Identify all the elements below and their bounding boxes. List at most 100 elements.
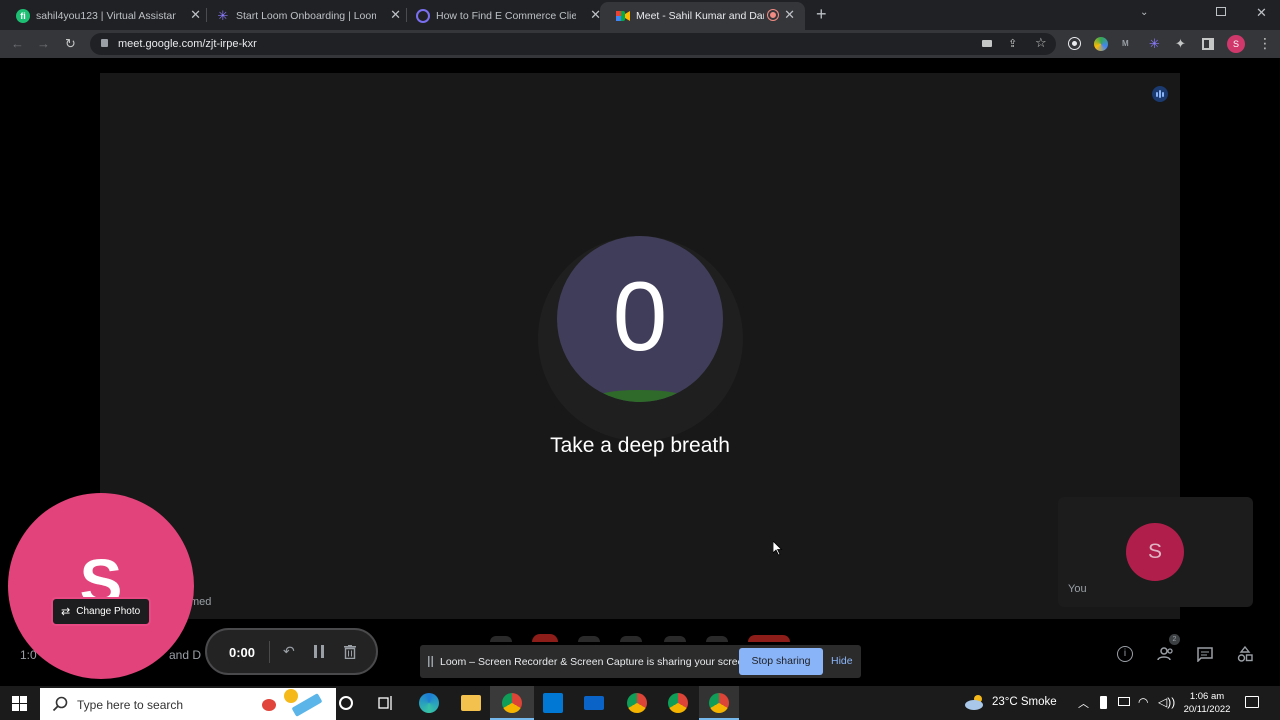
activities-icon[interactable] bbox=[1237, 646, 1253, 662]
delete-icon[interactable] bbox=[344, 645, 356, 659]
restart-icon[interactable]: ↶ bbox=[283, 643, 295, 660]
tab-ecommerce[interactable]: How to Find E Commerce Clients ✕ bbox=[400, 2, 605, 30]
chrome-profile-icon[interactable] bbox=[627, 693, 647, 713]
self-label: You bbox=[1068, 583, 1087, 595]
bookmark-star-icon[interactable]: ☆ bbox=[1035, 36, 1047, 50]
windows-taskbar: Type here to search 23°C Smoke ︿ ◠ ◁)) 1… bbox=[0, 686, 1280, 720]
chrome-window-active[interactable] bbox=[699, 686, 739, 720]
chrome-icon bbox=[709, 693, 729, 713]
swap-icon: ⇄ bbox=[61, 606, 71, 618]
fiverr-icon: fi bbox=[16, 9, 30, 23]
forward-arrow-icon[interactable]: → bbox=[37, 37, 50, 51]
controls-divider bbox=[269, 641, 270, 663]
tab-search-chevron-icon[interactable]: ⌄ bbox=[1140, 7, 1148, 18]
camera-off-button[interactable] bbox=[532, 634, 558, 642]
camera-icon[interactable] bbox=[982, 40, 992, 47]
chrome-profile-2-icon[interactable] bbox=[668, 693, 688, 713]
self-view-tile[interactable]: S You bbox=[1058, 497, 1253, 607]
extension-m-icon[interactable]: M bbox=[1122, 39, 1129, 48]
search-highlight-sun-icon bbox=[284, 689, 298, 703]
tab-title: sahil4you123 | Virtual Assistant, I bbox=[36, 10, 176, 22]
tray-chevron-icon[interactable]: ︿ bbox=[1078, 695, 1089, 711]
tab-title: Start Loom Onboarding | Loom bbox=[236, 10, 376, 22]
wifi-icon[interactable]: ◠ bbox=[1138, 695, 1148, 709]
stop-sharing-button[interactable]: Stop sharing bbox=[739, 648, 823, 675]
weather-cloud-icon[interactable] bbox=[964, 694, 986, 710]
search-icon bbox=[52, 696, 68, 712]
address-bar[interactable]: meet.google.com/zjt-irpe-kxr ⇪ ☆ bbox=[90, 33, 1056, 55]
speaker-avatar: 0 bbox=[557, 236, 723, 402]
close-icon[interactable]: ✕ bbox=[784, 8, 795, 22]
chat-icon[interactable] bbox=[1197, 647, 1213, 662]
eye-icon bbox=[416, 9, 430, 23]
taskbar-clock[interactable]: 1:06 am 20/11/2022 bbox=[1180, 690, 1234, 716]
battery-icon[interactable] bbox=[1100, 696, 1107, 709]
taskbar-search-box[interactable]: Type here to search bbox=[40, 688, 336, 720]
meet-icon bbox=[616, 9, 630, 23]
search-highlight-fruit-icon bbox=[262, 699, 276, 711]
reload-icon[interactable]: ↻ bbox=[65, 37, 76, 51]
profile-avatar[interactable]: S bbox=[1227, 35, 1245, 53]
tab-fiverr[interactable]: fi sahil4you123 | Virtual Assistant, I ✕ bbox=[0, 2, 205, 30]
avatar-glow bbox=[597, 390, 683, 402]
people-icon[interactable] bbox=[1157, 646, 1175, 662]
loom-icon: ✳ bbox=[217, 8, 229, 23]
clock-time: 1:06 am bbox=[1189, 691, 1225, 702]
chrome-taskbar-active[interactable] bbox=[490, 686, 534, 720]
search-placeholder: Type here to search bbox=[77, 698, 184, 712]
more-menu-icon[interactable]: ⋮ bbox=[1258, 34, 1272, 52]
sharing-message: Loom – Screen Recorder & Screen Capture … bbox=[440, 656, 753, 668]
extension-grammar-icon[interactable] bbox=[1094, 37, 1108, 51]
tab-meet[interactable]: Meet - Sahil Kumar and Dan ✕ bbox=[600, 2, 805, 30]
file-explorer-icon[interactable] bbox=[461, 695, 481, 711]
url-text[interactable]: meet.google.com/zjt-irpe-kxr bbox=[118, 38, 257, 50]
raise-hand-button[interactable] bbox=[620, 636, 642, 642]
present-button[interactable] bbox=[664, 636, 686, 642]
task-view-icon[interactable] bbox=[378, 695, 394, 711]
change-photo-label: Change Photo bbox=[76, 606, 141, 617]
close-window-icon[interactable]: ✕ bbox=[1256, 5, 1267, 21]
breath-message: Take a deep breath bbox=[550, 434, 730, 457]
extension-loom-icon[interactable]: ✳ bbox=[1149, 37, 1160, 51]
restore-window-icon[interactable] bbox=[1216, 7, 1226, 16]
leave-call-button[interactable] bbox=[748, 635, 790, 642]
microsoft-store-icon[interactable] bbox=[543, 693, 563, 713]
side-panel-icon[interactable] bbox=[1202, 38, 1214, 50]
network-icon[interactable] bbox=[1118, 697, 1130, 706]
lock-icon[interactable] bbox=[101, 39, 108, 47]
speaking-indicator-icon bbox=[1152, 86, 1168, 102]
pause-icon[interactable] bbox=[314, 645, 324, 658]
loom-recording-controls: 0:00 ↶ bbox=[205, 628, 378, 675]
tab-loom[interactable]: ✳ Start Loom Onboarding | Loom ✕ bbox=[200, 2, 405, 30]
loom-camera-bubble[interactable]: S bbox=[8, 493, 194, 679]
more-options-button[interactable] bbox=[706, 636, 728, 642]
self-avatar: S bbox=[1126, 523, 1184, 581]
extensions-puzzle-icon[interactable]: ✦ bbox=[1175, 37, 1186, 51]
cortana-icon[interactable] bbox=[339, 696, 353, 710]
windows-start-icon[interactable] bbox=[12, 696, 27, 711]
recording-indicator-icon bbox=[768, 10, 778, 20]
share-icon[interactable]: ⇪ bbox=[1008, 37, 1017, 51]
new-tab-button[interactable]: + bbox=[816, 5, 827, 23]
mail-icon[interactable] bbox=[584, 696, 604, 710]
weather-text[interactable]: 23°C Smoke bbox=[992, 696, 1057, 708]
extension-record-icon[interactable] bbox=[1069, 38, 1080, 49]
chrome-icon bbox=[502, 693, 522, 713]
hide-button[interactable]: Hide bbox=[831, 655, 853, 667]
tab-title: Meet - Sahil Kumar and Dan bbox=[636, 10, 764, 22]
browser-tab-strip: fi sahil4you123 | Virtual Assistant, I ✕… bbox=[0, 0, 1280, 30]
back-arrow-icon[interactable]: ← bbox=[11, 37, 24, 51]
browser-toolbar: ← → ↻ meet.google.com/zjt-irpe-kxr ⇪ ☆ M… bbox=[0, 30, 1280, 58]
captions-button[interactable] bbox=[578, 636, 600, 642]
participants-count-badge: 2 bbox=[1169, 634, 1180, 645]
change-photo-button[interactable]: ⇄ Change Photo bbox=[51, 597, 151, 626]
volume-icon[interactable]: ◁)) bbox=[1158, 695, 1175, 709]
drag-handle-icon[interactable] bbox=[428, 656, 433, 667]
loom-timer: 0:00 bbox=[229, 645, 256, 660]
mic-button[interactable] bbox=[490, 636, 512, 642]
mouse-cursor-icon bbox=[773, 541, 783, 556]
notifications-icon[interactable] bbox=[1245, 696, 1259, 708]
edge-icon[interactable] bbox=[419, 693, 439, 713]
meeting-info-icon[interactable]: i bbox=[1117, 646, 1133, 662]
tab-title: How to Find E Commerce Clients bbox=[436, 10, 576, 22]
